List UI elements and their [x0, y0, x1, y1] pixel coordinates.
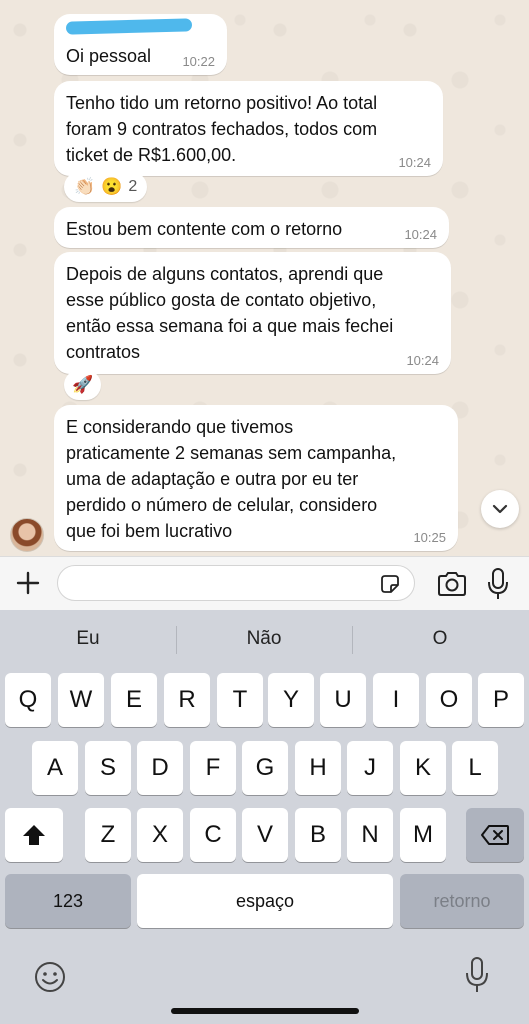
message-bubble[interactable]: Oi pessoal 10:22	[54, 14, 227, 75]
home-indicator	[171, 1008, 359, 1014]
key-b[interactable]: B	[295, 808, 341, 862]
key-d[interactable]: D	[137, 741, 183, 795]
key-v[interactable]: V	[242, 808, 288, 862]
key-s[interactable]: S	[85, 741, 131, 795]
backspace-key[interactable]	[466, 808, 524, 862]
message-text: Oi pessoal	[66, 46, 152, 66]
key-o[interactable]: O	[426, 673, 472, 727]
message-reactions[interactable]: 🚀	[64, 370, 102, 400]
key-a[interactable]: A	[32, 741, 78, 795]
redacted-sender-name	[65, 18, 193, 35]
backspace-icon	[481, 825, 509, 845]
message-time: 10:24	[398, 155, 431, 170]
microphone-icon[interactable]	[486, 567, 510, 601]
message-bubble[interactable]: Tenho tido um retorno positivo! Ao total…	[54, 81, 443, 176]
key-t[interactable]: T	[217, 673, 263, 727]
message-bubble[interactable]: Depois de alguns contatos, aprendi que e…	[54, 252, 451, 374]
key-c[interactable]: C	[190, 808, 236, 862]
key-i[interactable]: I	[373, 673, 419, 727]
sticker-icon[interactable]	[378, 572, 402, 596]
key-h[interactable]: H	[295, 741, 341, 795]
space-key[interactable]: espaço	[137, 874, 393, 928]
predictive-bar: Eu Não O	[0, 610, 529, 668]
message-time: 10:25	[413, 530, 446, 545]
key-y[interactable]: Y	[268, 673, 314, 727]
message-time: 10:22	[182, 54, 215, 69]
key-j[interactable]: J	[347, 741, 393, 795]
rocket-emoji: 🚀	[72, 375, 94, 394]
message-bubble[interactable]: E considerando que tivemos praticamente …	[54, 405, 458, 551]
suggestion-1[interactable]: Eu	[0, 610, 176, 668]
camera-icon[interactable]	[436, 570, 468, 598]
message-text: Estou bem contente com o retorno	[66, 219, 343, 239]
key-g[interactable]: G	[242, 741, 288, 795]
key-z[interactable]: Z	[85, 808, 131, 862]
scroll-down-button[interactable]	[481, 490, 519, 528]
dictation-microphone-icon[interactable]	[464, 956, 490, 994]
suggestion-3[interactable]: O	[352, 610, 528, 668]
chat-area[interactable]: Oi pessoal 10:22 Tenho tido um retorno p…	[0, 0, 529, 556]
message-time: 10:24	[406, 353, 439, 368]
shift-key[interactable]	[5, 808, 63, 862]
key-e[interactable]: E	[111, 673, 157, 727]
chevron-down-icon	[492, 504, 508, 514]
message-input-bar	[0, 556, 529, 610]
key-m[interactable]: M	[400, 808, 446, 862]
suggestion-2[interactable]: Não	[176, 610, 352, 668]
key-n[interactable]: N	[347, 808, 393, 862]
keyboard: Eu Não O Q W E R T Y U I O P A S D F G H…	[0, 610, 529, 1024]
key-u[interactable]: U	[320, 673, 366, 727]
key-q[interactable]: Q	[5, 673, 51, 727]
message-input[interactable]	[57, 565, 415, 601]
attach-button[interactable]	[14, 569, 42, 597]
shift-icon	[23, 825, 45, 845]
emoji-icon[interactable]	[33, 960, 67, 994]
numbers-key[interactable]: 123	[5, 874, 131, 928]
key-w[interactable]: W	[58, 673, 104, 727]
message-reactions[interactable]: 👏🏻 😮 2	[64, 172, 148, 202]
contact-avatar[interactable]	[10, 518, 44, 552]
plus-icon	[16, 571, 40, 595]
reaction-count: 2	[128, 178, 138, 195]
message-text: Tenho tido um retorno positivo! Ao total…	[66, 93, 378, 165]
return-key[interactable]: retorno	[400, 874, 524, 928]
message-text: E considerando que tivemos praticamente …	[66, 417, 397, 541]
key-l[interactable]: L	[452, 741, 498, 795]
surprised-emoji: 😮	[101, 177, 123, 196]
key-f[interactable]: F	[190, 741, 236, 795]
key-r[interactable]: R	[164, 673, 210, 727]
key-x[interactable]: X	[137, 808, 183, 862]
message-text: Depois de alguns contatos, aprendi que e…	[66, 264, 394, 362]
key-p[interactable]: P	[478, 673, 524, 727]
message-time: 10:24	[404, 227, 437, 242]
message-bubble[interactable]: Estou bem contente com o retorno 10:24	[54, 207, 449, 248]
key-k[interactable]: K	[400, 741, 446, 795]
clap-emoji: 👏🏻	[74, 177, 96, 196]
